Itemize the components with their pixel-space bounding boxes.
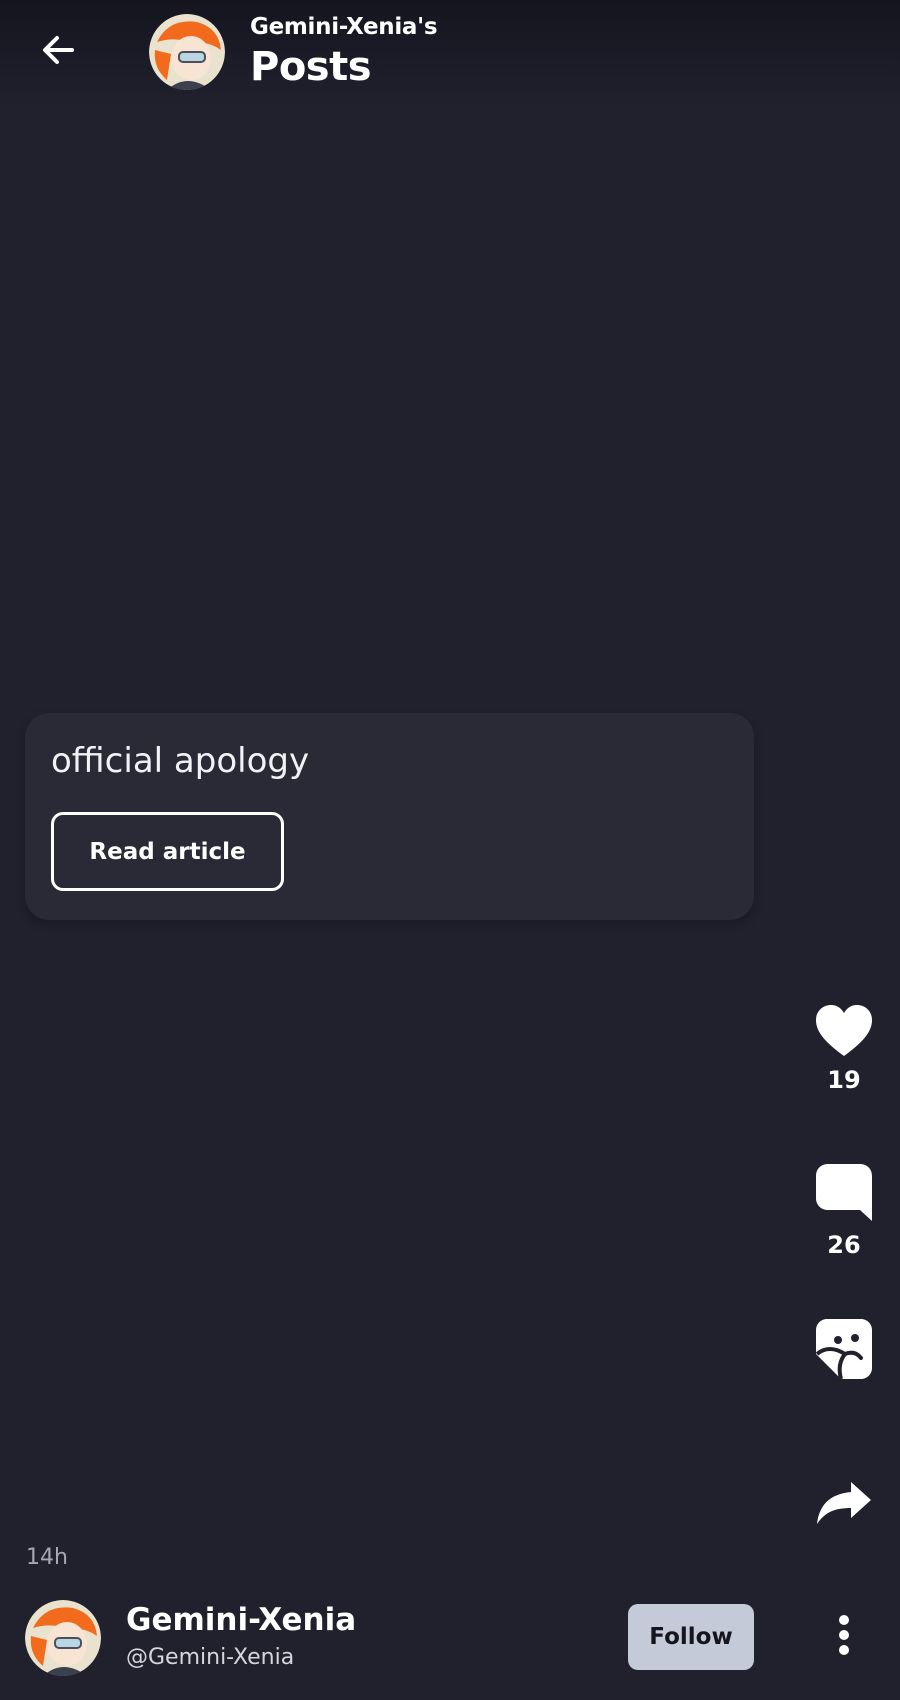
like-button[interactable]: 19 (800, 1004, 888, 1094)
sticker-icon (815, 1319, 872, 1380)
post-screen: Gemini-Xenia's Posts official apology Re… (0, 0, 900, 1700)
more-options-button[interactable] (818, 1602, 870, 1668)
author-name[interactable]: Gemini-Xenia (126, 1602, 356, 1638)
follow-button[interactable]: Follow (628, 1604, 754, 1670)
header-owner-label: Gemini-Xenia's (250, 14, 438, 40)
comment-icon (816, 1164, 872, 1221)
back-arrow-icon (43, 36, 74, 64)
page-title: Posts (250, 44, 372, 90)
more-vertical-icon (839, 1615, 849, 1655)
avatar-image (149, 14, 225, 90)
share-button[interactable] (800, 1480, 888, 1526)
read-article-button[interactable]: Read article (51, 812, 284, 891)
author-avatar[interactable] (25, 1600, 101, 1676)
like-count: 19 (827, 1066, 861, 1094)
sticker-button[interactable] (800, 1318, 888, 1380)
post-card[interactable]: official apology Read article (25, 713, 754, 920)
post-title: official apology (51, 741, 310, 781)
post-timestamp: 14h (26, 1545, 68, 1570)
comment-button[interactable]: 26 (800, 1163, 888, 1259)
back-button[interactable] (30, 22, 86, 78)
header-avatar[interactable] (149, 14, 225, 90)
header-background (0, 0, 900, 110)
avatar-image (25, 1600, 101, 1676)
heart-icon (816, 1005, 872, 1056)
share-icon (817, 1482, 871, 1524)
comment-count: 26 (827, 1231, 861, 1259)
author-handle: @Gemini-Xenia (126, 1645, 295, 1670)
